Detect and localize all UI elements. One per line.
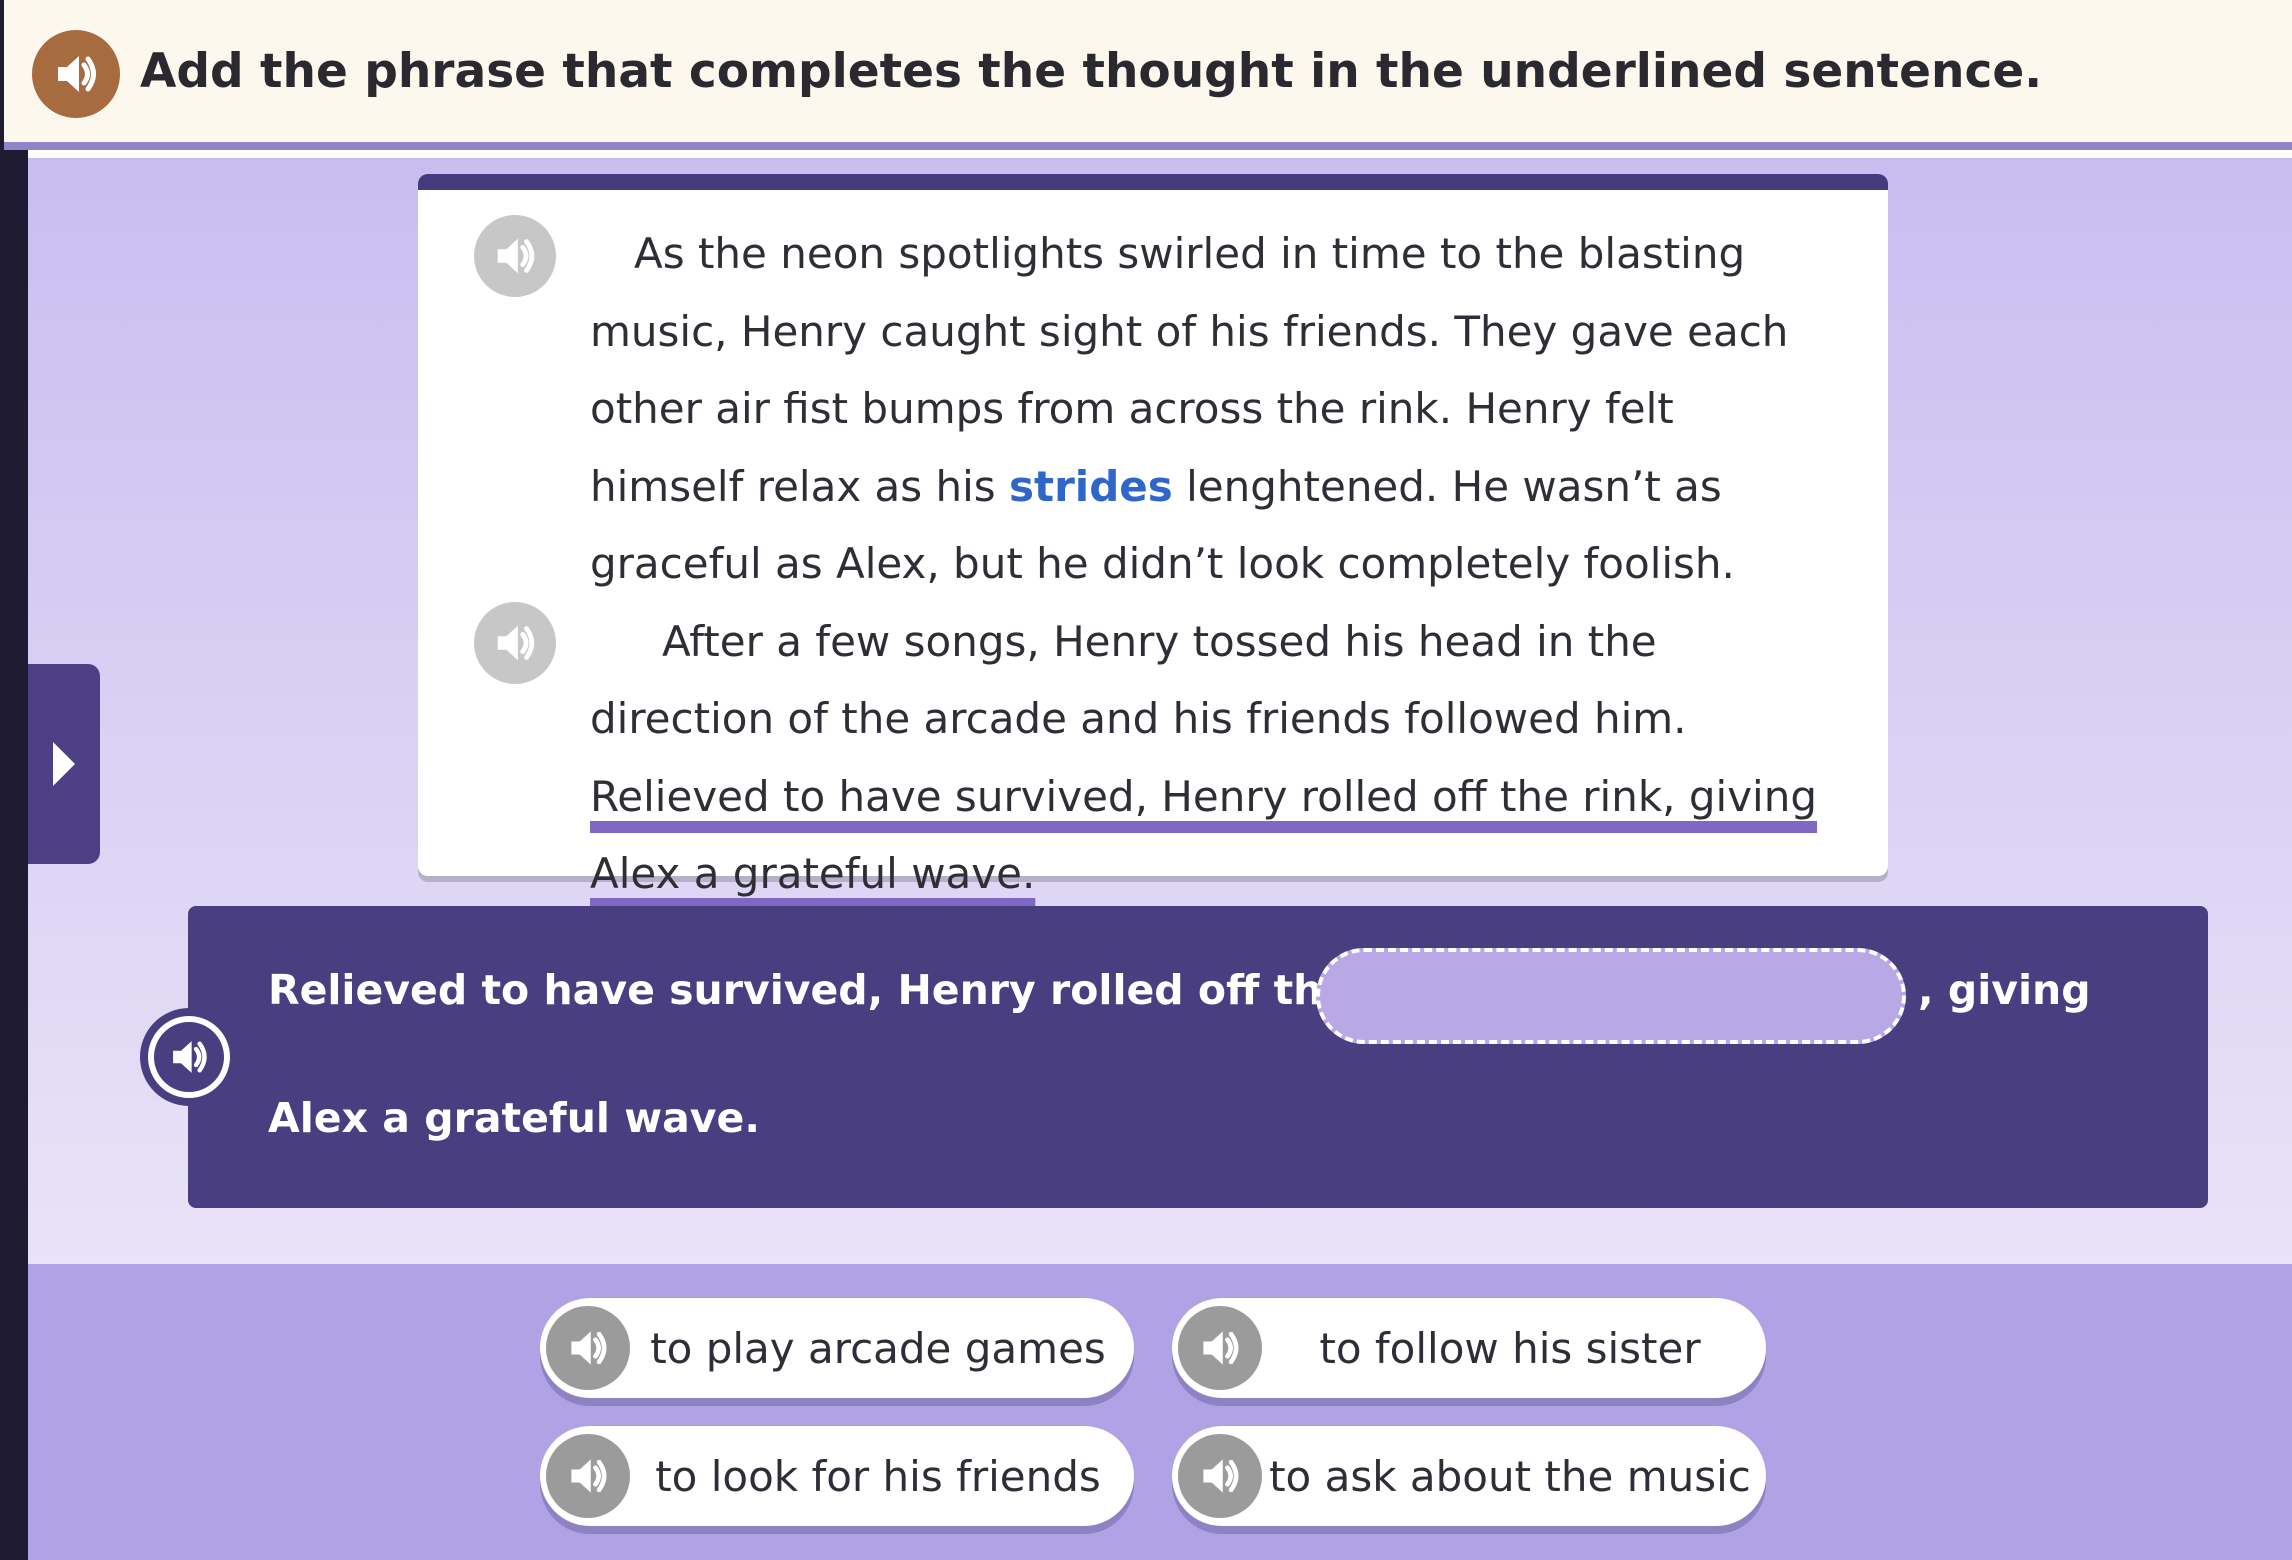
speaker-icon	[497, 238, 535, 274]
choice-3-audio-button[interactable]	[546, 1434, 630, 1518]
passage-paragraph-1: As the neon spotlights swirled in time t…	[590, 215, 1830, 603]
paragraph-2-text: After a few songs, Henry tossed his head…	[590, 616, 1687, 744]
speaker-icon	[571, 1459, 607, 1493]
choice-4-audio-button[interactable]	[1178, 1434, 1262, 1518]
underlined-sentence: Relieved to have survived, Henry rolled …	[590, 771, 1818, 899]
speaker-icon	[497, 625, 535, 661]
speaker-icon	[173, 1041, 207, 1073]
sentence-audio-button[interactable]	[140, 1008, 238, 1106]
instruction-header: Add the phrase that completes the though…	[4, 0, 2292, 150]
choice-button-2[interactable]: to follow his sister	[1172, 1298, 1766, 1398]
sentence-completion-box	[188, 906, 2208, 1208]
instruction-audio-button[interactable]	[32, 30, 120, 118]
passage-paragraph-2: After a few songs, Henry tossed his head…	[590, 603, 1830, 913]
expand-panel-tab[interactable]	[28, 664, 100, 864]
instruction-text: Add the phrase that completes the though…	[140, 44, 2043, 99]
choice-button-3[interactable]: to look for his friends	[540, 1426, 1134, 1526]
choice-1-label: to play arcade games	[650, 1323, 1106, 1373]
choice-2-label: to follow his sister	[1319, 1323, 1701, 1373]
paragraph-2-audio-button[interactable]	[474, 602, 556, 684]
paragraph-1-audio-button[interactable]	[474, 215, 556, 297]
choice-2-audio-button[interactable]	[1178, 1306, 1262, 1390]
choice-button-4[interactable]: to ask about the music	[1172, 1426, 1766, 1526]
speaker-icon	[1203, 1459, 1239, 1493]
choice-1-audio-button[interactable]	[546, 1306, 630, 1390]
choice-4-label: to ask about the music	[1269, 1451, 1751, 1501]
choice-3-label: to look for his friends	[655, 1451, 1101, 1501]
sentence-part-1: Relieved to have survived, Henry rolled …	[268, 966, 1456, 1014]
play-arrow-icon	[53, 742, 75, 786]
vocab-word-link[interactable]: strides	[1009, 462, 1173, 511]
passage-text: As the neon spotlights swirled in time t…	[590, 215, 1830, 913]
answer-choices-area	[28, 1264, 2292, 1560]
sentence-part-3: Alex a grateful wave.	[268, 1094, 760, 1142]
choice-button-1[interactable]: to play arcade games	[540, 1298, 1134, 1398]
left-rail	[0, 0, 28, 1560]
speaker-icon	[1203, 1331, 1239, 1365]
sentence-audio-icon-wrap	[154, 1022, 224, 1092]
sentence-part-2: , giving	[1918, 966, 2091, 1014]
speaker-icon	[58, 56, 96, 92]
answer-drop-slot[interactable]	[1316, 948, 1906, 1044]
speaker-icon	[571, 1331, 607, 1365]
